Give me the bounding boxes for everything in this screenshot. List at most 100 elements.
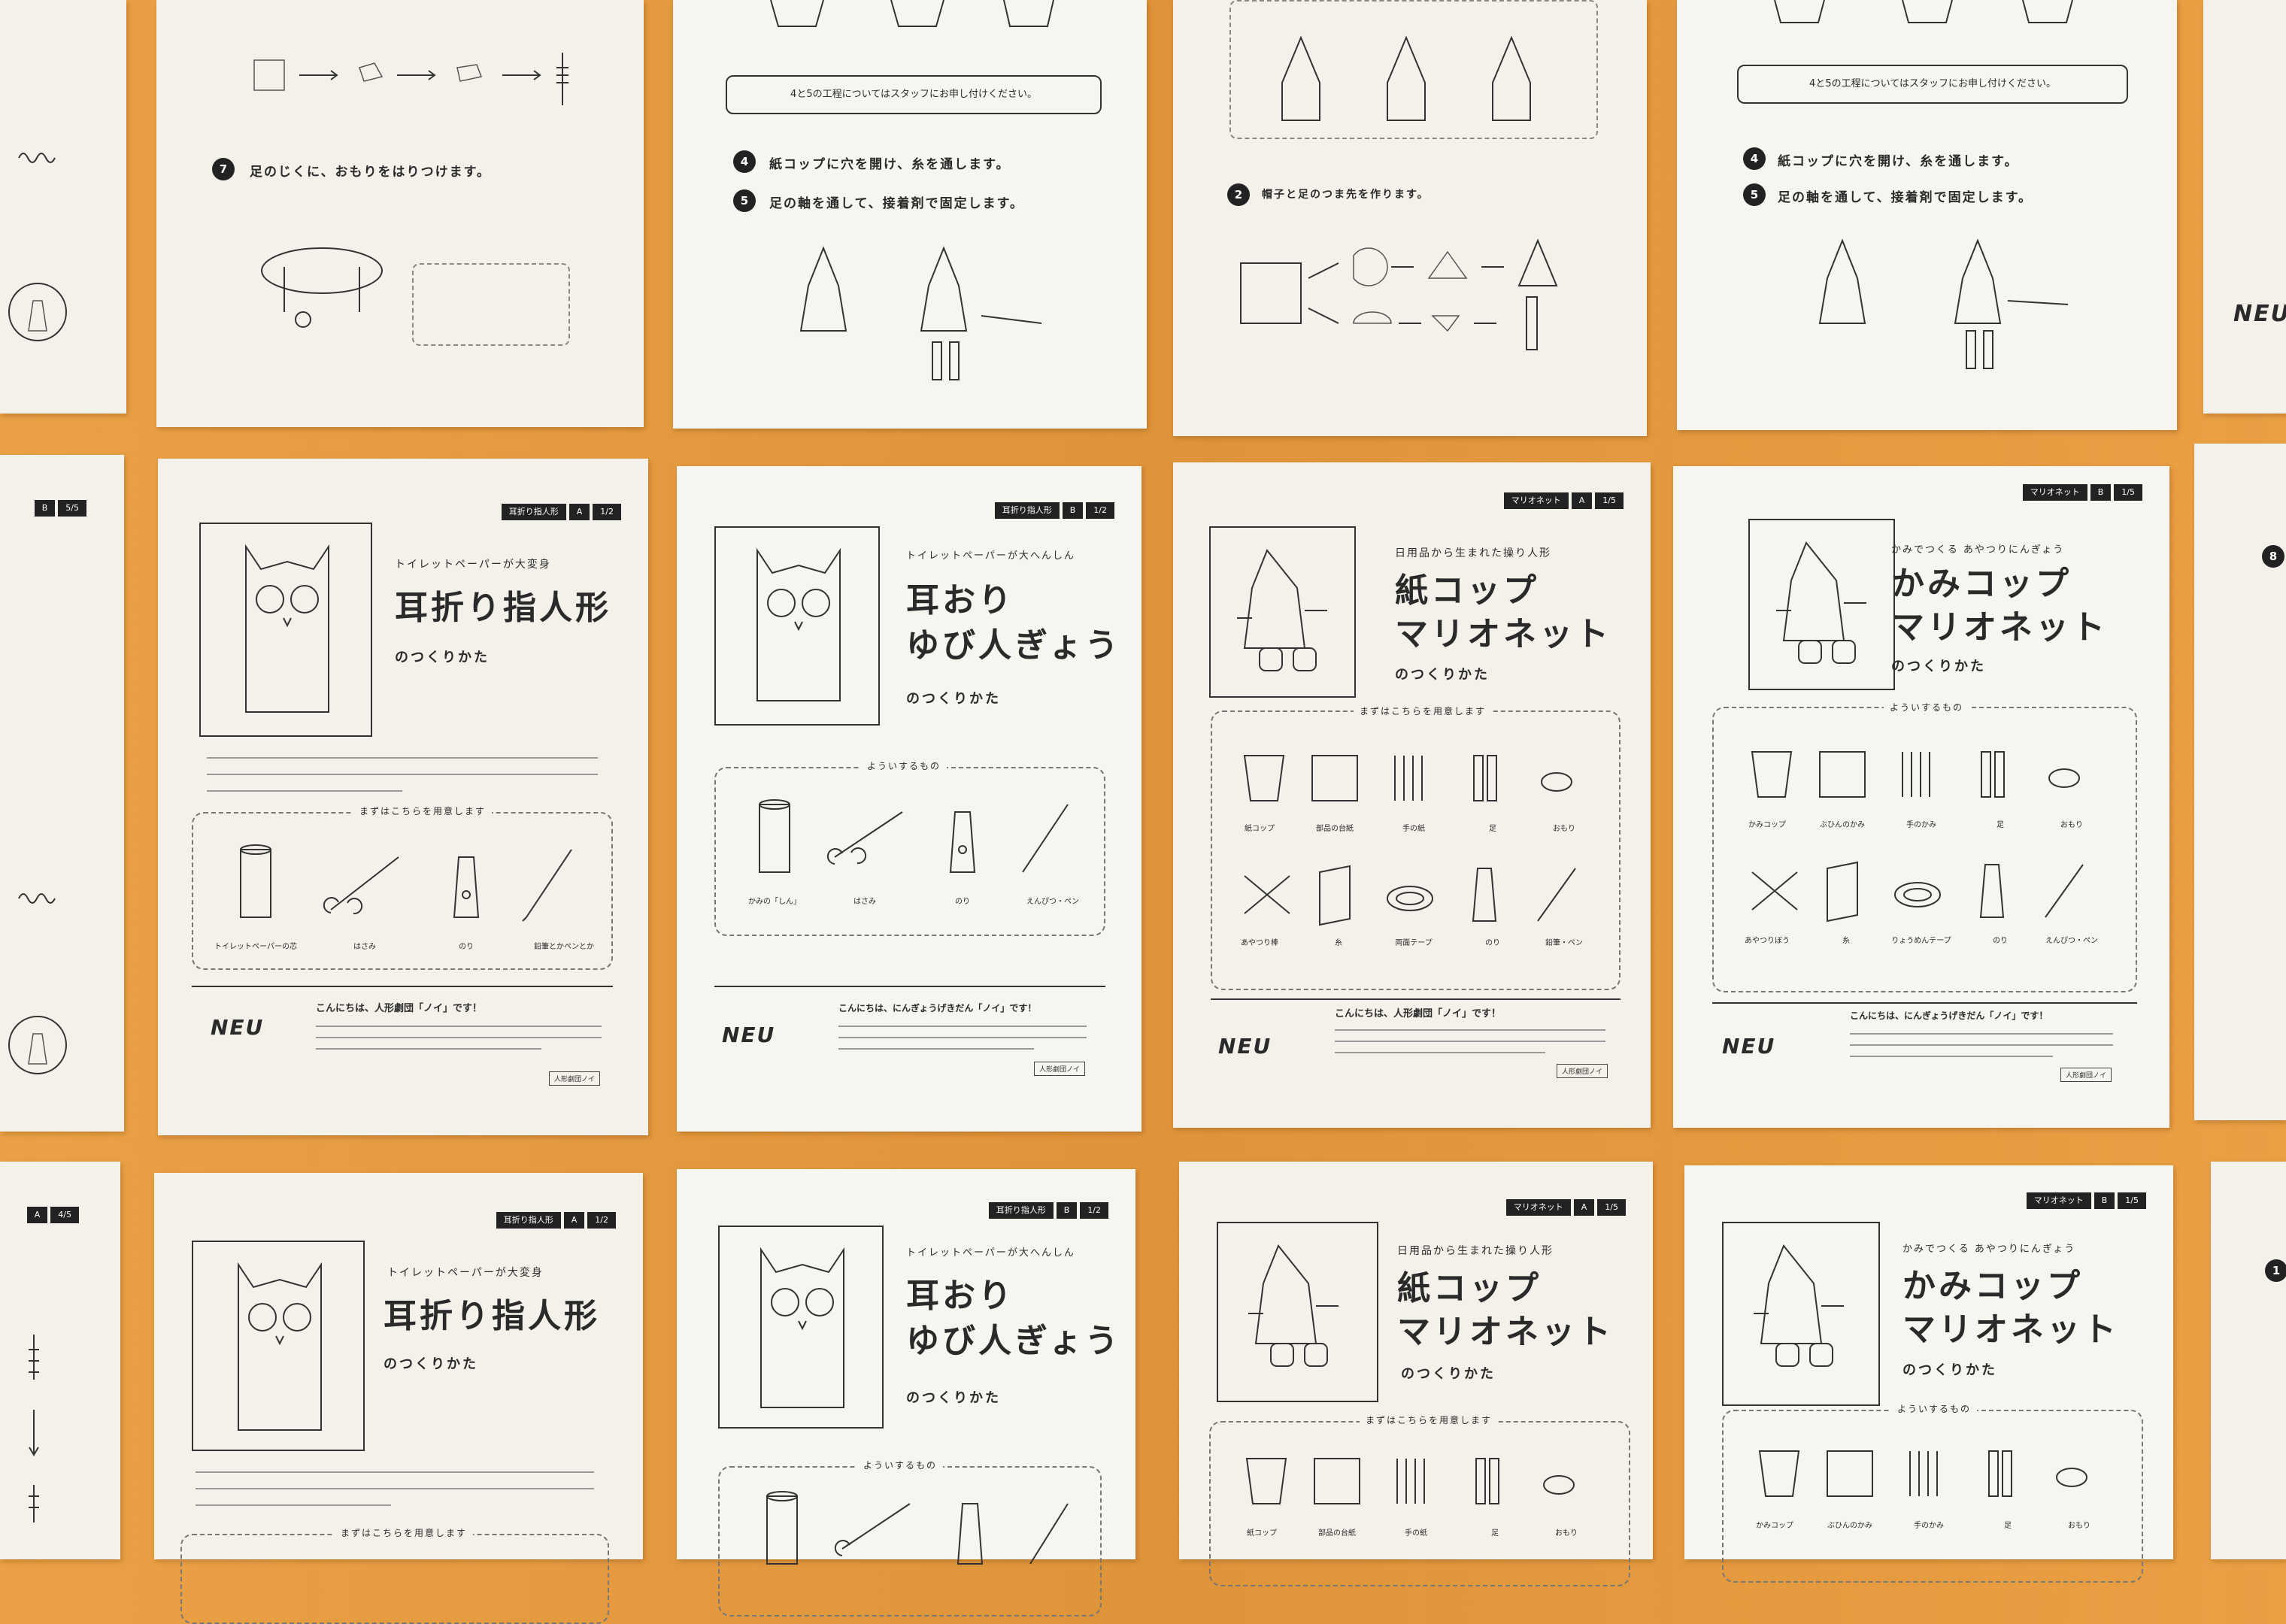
owl-illustration-frame (718, 1226, 884, 1429)
item-label: 足 (1996, 821, 2004, 829)
step4b-text: 紙コップに穴を開け、糸を通します。 (1778, 154, 2019, 169)
item-label: はさみ (353, 943, 376, 951)
tag-name: 耳折り指人形 (988, 1202, 1054, 1219)
marionette-illustration-frame (1748, 519, 1895, 690)
sheet-left-top-partial (0, 0, 126, 414)
tag-page: 1/2 (593, 504, 621, 520)
title-line2: マリオネット (1397, 1313, 1614, 1351)
done-stamp-icon (8, 283, 67, 341)
tag-variant: A (1573, 1199, 1595, 1216)
cup-marionette-icon (1754, 1244, 1844, 1367)
item-label: 部品の台紙 (1316, 825, 1354, 833)
item-label: おもり (1553, 825, 1575, 833)
owl-illustration-frame (199, 523, 372, 737)
item-label: あやつり棒 (1241, 939, 1278, 947)
tag-variant: A (26, 1207, 48, 1223)
tag-variant: B (2093, 1192, 2115, 1209)
item-label: あやつりぼう (1745, 937, 1790, 945)
cup-puppet-assembly (799, 246, 1042, 380)
spring-illustration-2 (18, 893, 56, 904)
tag-page: 1/2 (587, 1212, 616, 1229)
item-label: 足 (2004, 1522, 2012, 1530)
cup-puppet-assembly-b (1818, 238, 2069, 369)
title-line2: マリオネット (1902, 1310, 2119, 1349)
item-label: えんぴつ・ペン (2045, 937, 2098, 945)
owl-illustration-frame (714, 526, 880, 726)
neu-logo: NEU (1218, 1034, 1272, 1059)
subtitle: 日用品から生まれた操り人形 (1395, 547, 1551, 559)
tag-name: マリオネット (2026, 1192, 2091, 1209)
subtitle: かみでつくる あやつりにんぎょう (1902, 1244, 2076, 1255)
item-label: のり (1993, 937, 2008, 945)
item-label: えんぴつ・ペン (1026, 898, 1079, 906)
materials-label: よういするもの (861, 759, 947, 772)
item-label: りょうめんテープ (1891, 937, 1951, 945)
materials-label: まずはこちらを用意します (1354, 704, 1493, 717)
subtitle: トイレットペーパーが大へんしん (906, 550, 1075, 562)
page-tag: マリオネット A 1/5 (1503, 1199, 1626, 1216)
tag-page: 1/2 (1086, 502, 1114, 519)
materials-label: よういするもの (1884, 701, 1970, 714)
item-label: のり (955, 898, 970, 906)
materials-label: まずはこちらを用意します (335, 1526, 474, 1539)
sheet-step7: 7 足のじくに、おもりをはりつけます。 (156, 0, 644, 427)
done-stamp-icon-2 (8, 1016, 67, 1074)
sheet-owl-a-2: 耳折り指人形 A 1/2 トイレットペーパーが大変身 耳折り指人形 のつくりかた… (154, 1173, 643, 1624)
item-label: おもり (2060, 821, 2083, 829)
item-label: のり (459, 943, 474, 951)
body-text-lines (207, 757, 598, 792)
howto: のつくりかた (1395, 667, 1490, 683)
tag-variant: A (568, 504, 590, 520)
materials-label: よういするもの (1891, 1402, 1978, 1415)
marionette-illustration-frame (1722, 1222, 1880, 1406)
tag-page: 1/2 (1080, 1202, 1108, 1219)
footer-divider (714, 986, 1105, 987)
item-label: 部品の台紙 (1318, 1529, 1356, 1538)
greeting-text-lines (838, 1026, 1087, 1050)
cups-row (770, 0, 1054, 27)
page-tag: マリオネット A 1/5 (1501, 492, 1624, 509)
sheet-owl-b-2: 耳折り指人形 B 1/2 トイレットペーパーが大へんしん 耳おり ゆび人ぎょう … (677, 1169, 1135, 1616)
subtitle: トイレットペーパーが大変身 (395, 559, 551, 571)
howto: のつくりかた (1902, 1362, 1997, 1378)
item-label: 鉛筆・ペン (1545, 939, 1583, 947)
tag-page: 1/5 (2118, 1192, 2146, 1209)
footer-divider (1211, 998, 1621, 1000)
step6-diagram (253, 53, 568, 105)
weight-illustration (261, 247, 383, 328)
materials-icons-row1 (1245, 1458, 1575, 1504)
tag-variant: A (1571, 492, 1593, 509)
subtitle: トイレットペーパーが大へんしん (906, 1247, 1075, 1259)
tag-name: 耳折り指人形 (496, 1212, 561, 1229)
step4b-number: 4 (1743, 147, 1766, 170)
search-badge: 人形劇団ノイ (1557, 1064, 1608, 1078)
tag-page: 5/5 (58, 500, 86, 517)
step5b-number: 5 (1743, 183, 1766, 206)
item-label: 足 (1491, 1529, 1499, 1538)
sheet-cup-b: マリオネット B 1/5 かみでつくる あやつりにんぎょう かみコップ マリオネ… (1673, 466, 2169, 1128)
step5b-text: 足の軸を通して、接着剤で固定します。 (1778, 190, 2033, 205)
materials-icons (759, 799, 1069, 873)
title-line2: ゆび人ぎょう (906, 1322, 1121, 1360)
tag-page: 1/5 (1595, 492, 1624, 509)
item-label: ぶひんのかみ (1820, 821, 1865, 829)
materials-icons (766, 1491, 1069, 1565)
subtitle: かみでつくる あやつりにんぎょう (1891, 544, 2065, 556)
tag-variant: B (1062, 502, 1084, 519)
step7-number: 7 (212, 158, 235, 180)
materials-label: まずはこちらを用意します (1360, 1413, 1499, 1426)
materials-icons-row2 (1244, 865, 1576, 926)
item-label: 紙コップ (1247, 1529, 1277, 1538)
owl-illustration-frame (192, 1241, 365, 1451)
materials-icons-row1 (1243, 755, 1572, 801)
footer-divider (1712, 1002, 2137, 1004)
cup-marionette-icon (1248, 1244, 1339, 1367)
tag-name: マリオネット (2022, 484, 2087, 501)
step2-number: 2 (1227, 183, 1250, 206)
sheet-cup-b-2: マリオネット B 1/5 かみでつくる あやつりにんぎょう かみコップ マリオネ… (1684, 1165, 2173, 1583)
tag-name: 耳折り指人形 (994, 502, 1060, 519)
title-line1: かみコップ (1902, 1267, 2083, 1305)
page-tag: マリオネット B 1/5 (2024, 1192, 2146, 1209)
subtitle: 日用品から生まれた操り人形 (1397, 1245, 1554, 1257)
howto: のつくりかた (906, 691, 1001, 707)
